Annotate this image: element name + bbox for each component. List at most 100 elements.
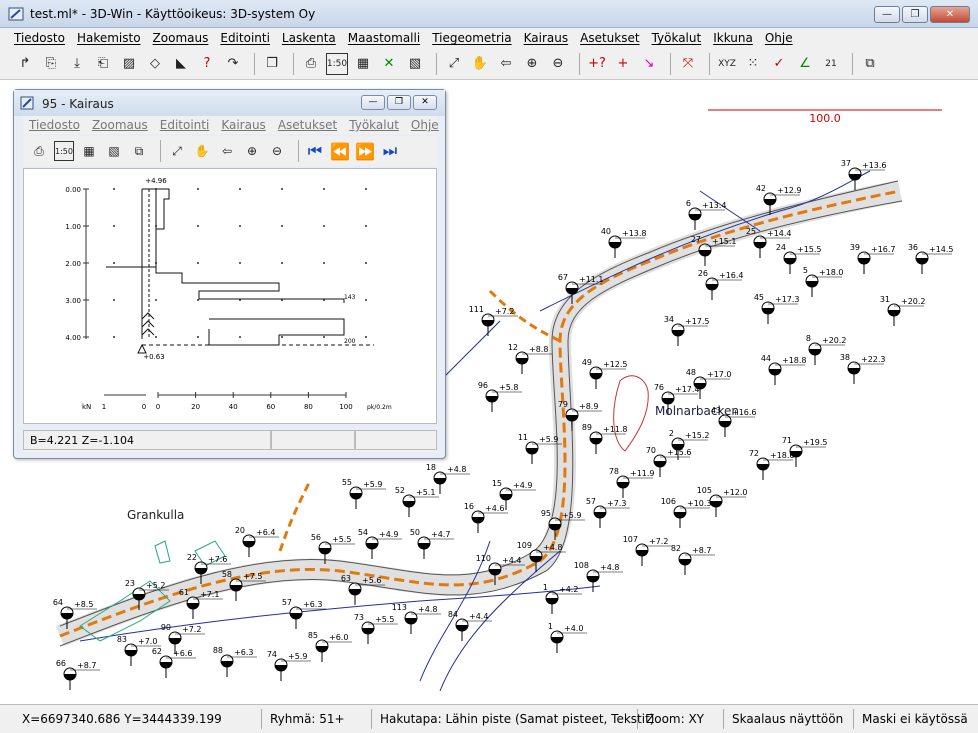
zoom-out-icon[interactable]: ⊖ (267, 141, 287, 161)
zoom-out-icon[interactable]: ⊖ (547, 53, 569, 75)
angle-icon[interactable]: ∠ (794, 53, 816, 75)
next-icon[interactable]: ⏩ (355, 141, 375, 161)
sounding-plot[interactable]: 0.00 1.00 2.00 3.00 4.00 +4.96 +0.63 143 200… (23, 168, 437, 424)
survey-point[interactable]: 57 +7.3 (586, 497, 630, 528)
menu-ikkuna[interactable]: Ikkuna (707, 28, 759, 48)
menu-ohje[interactable]: Ohje (759, 28, 799, 48)
child-maximize-button[interactable]: ❐ (387, 95, 411, 110)
xyz-icon[interactable]: XYZ (716, 53, 738, 75)
child-menu-editointi[interactable]: Editointi (154, 116, 216, 134)
open2-icon[interactable]: ⎘ (40, 53, 62, 75)
survey-point[interactable]: 108 +4.8 (574, 561, 623, 592)
survey-point[interactable]: 61 +7.1 (179, 588, 223, 619)
child-close-button[interactable]: ✕ (413, 95, 437, 110)
check-icon[interactable]: ✓ (768, 53, 790, 75)
survey-point[interactable]: 78 +11.9 (609, 467, 655, 498)
survey-point[interactable]: 38 +22.3 (840, 353, 886, 384)
survey-point[interactable]: 39 +16.7 (850, 243, 896, 274)
minimize-button[interactable]: — (874, 6, 900, 23)
maximize-button[interactable]: ❐ (902, 6, 928, 23)
first-icon[interactable]: ⏮ (305, 141, 325, 161)
survey-point[interactable]: 111 +7.2 (469, 305, 518, 336)
fit-icon[interactable]: ⤢ (443, 53, 465, 75)
survey-point[interactable]: 74 +5.9 (267, 650, 311, 681)
survey-point[interactable]: 34 +17.5 (664, 315, 710, 346)
survey-point[interactable]: 43 +16.6 (711, 406, 757, 437)
survey-point[interactable]: 1 +4.0 (548, 622, 587, 653)
undo-icon[interactable]: ↷ (222, 53, 244, 75)
survey-point[interactable]: 16 +4.6 (464, 502, 508, 533)
survey-point[interactable]: 36 +14.5 (908, 243, 954, 274)
survey-point[interactable]: 31 +20.2 (880, 295, 926, 326)
hatch-icon[interactable]: ▧ (104, 141, 124, 161)
survey-point[interactable]: 85 +6.0 (308, 631, 352, 662)
survey-point[interactable]: 89 +11.8 (582, 423, 628, 454)
window-icon[interactable]: ⧉ (859, 53, 881, 75)
survey-point[interactable]: 82 +8.7 (671, 544, 715, 575)
survey-point[interactable]: 5 +18.0 (803, 266, 844, 297)
number-icon[interactable]: 21 (820, 53, 842, 75)
child-menu-ohje[interactable]: Ohje (405, 116, 445, 134)
survey-point[interactable]: 24 +15.5 (776, 243, 822, 274)
survey-point[interactable]: 52 +5.1 (395, 486, 439, 517)
layer-icon[interactable]: ✕ (378, 53, 400, 75)
child-menu-asetukset[interactable]: Asetukset (272, 116, 343, 134)
survey-point[interactable]: 20 +6.4 (235, 526, 279, 557)
child-menu-tiedosto[interactable]: Tiedosto (23, 116, 86, 134)
snap-icon[interactable]: ↘ (638, 53, 660, 75)
scale-icon[interactable]: 1:50 (54, 141, 74, 161)
survey-point[interactable]: 1 +4.2 (543, 583, 582, 614)
survey-point[interactable]: 44 +18.8 (761, 354, 807, 385)
window-icon[interactable]: ⧉ (129, 141, 149, 161)
survey-point[interactable]: 72 +18.6 (749, 449, 795, 480)
close-button[interactable]: ✕ (930, 6, 970, 23)
survey-point[interactable]: 106 +10.3 (661, 497, 712, 528)
survey-point[interactable]: 63 +5.6 (341, 574, 385, 605)
print-icon[interactable]: ⎙ (29, 141, 49, 161)
survey-point[interactable]: 107 +7.2 (623, 535, 672, 566)
menu-tiegeometria[interactable]: Tiegeometria (426, 28, 517, 48)
last-icon[interactable]: ⏭ (380, 141, 400, 161)
survey-point[interactable]: 73 +5.5 (354, 613, 398, 644)
menu-zoomaus[interactable]: Zoomaus (147, 28, 215, 48)
survey-point[interactable]: 84 +4.4 (448, 610, 492, 641)
points-icon[interactable]: ⁙ (742, 53, 764, 75)
survey-point[interactable]: 26 +16.4 (698, 269, 744, 300)
survey-point[interactable]: 45 +17.3 (754, 293, 800, 324)
menu-tiedosto[interactable]: Tiedosto (8, 28, 71, 48)
hatch2-icon[interactable]: ▧ (404, 53, 426, 75)
pan-icon[interactable]: ✋ (192, 141, 212, 161)
back-icon[interactable]: ⇦ (495, 53, 517, 75)
erase-icon[interactable]: ◇ (144, 53, 166, 75)
polyline-icon[interactable]: ⤧ (677, 53, 699, 75)
survey-point[interactable]: 66 +8.7 (56, 659, 100, 690)
menu-maastomalli[interactable]: Maastomalli (342, 28, 426, 48)
survey-point[interactable]: 49 +12.5 (582, 358, 628, 389)
menu-editointi[interactable]: Editointi (214, 28, 276, 48)
grid-icon[interactable]: ▦ (79, 141, 99, 161)
survey-point[interactable]: 50 +4.7 (410, 528, 454, 559)
fit-icon[interactable]: ⤢ (167, 141, 187, 161)
survey-point[interactable]: 54 +4.9 (358, 528, 402, 559)
hatch-icon[interactable]: ▨ (118, 53, 140, 75)
scale-icon[interactable]: 1:50 (326, 52, 348, 75)
menu-asetukset[interactable]: Asetukset (574, 28, 645, 48)
saveas-icon[interactable]: ⎗ (92, 53, 114, 75)
menu-hakemisto[interactable]: Hakemisto (71, 28, 147, 48)
back-icon[interactable]: ⇦ (217, 141, 237, 161)
zoom-in-icon[interactable]: ⊕ (521, 53, 543, 75)
survey-point[interactable]: 48 +17.0 (686, 368, 732, 399)
child-menu-tyokalut[interactable]: Työkalut (343, 116, 405, 134)
menu-kairaus[interactable]: Kairaus (518, 28, 575, 48)
previous-icon[interactable]: ⏪ (330, 141, 350, 161)
survey-point[interactable]: 88 +6.3 (213, 646, 257, 677)
add-icon[interactable]: + (612, 53, 634, 75)
copy-icon[interactable]: ❐ (261, 53, 283, 75)
query-icon[interactable]: +? (586, 53, 608, 75)
survey-point[interactable]: 12 +8.8 (508, 343, 552, 374)
zoom-in-icon[interactable]: ⊕ (242, 141, 262, 161)
grid-icon[interactable]: ▦ (352, 53, 374, 75)
draw-icon[interactable]: ◣ (170, 53, 192, 75)
child-menu-kairaus[interactable]: Kairaus (215, 116, 272, 134)
survey-point[interactable]: 96 +5.8 (478, 381, 522, 412)
